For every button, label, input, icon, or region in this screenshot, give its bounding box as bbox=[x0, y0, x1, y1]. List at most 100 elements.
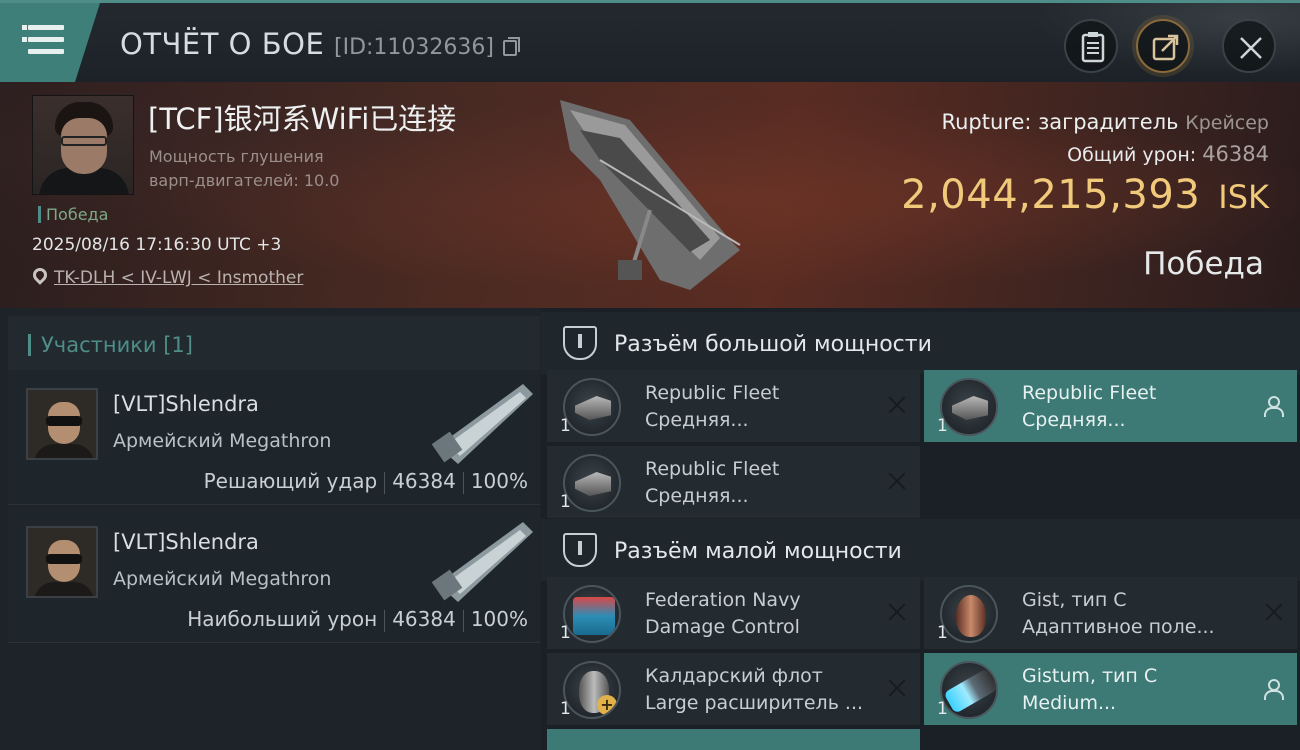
share-button[interactable] bbox=[1136, 19, 1190, 73]
page-title: ОТЧЁТ О БОЕ bbox=[120, 27, 325, 61]
shield-booster-icon bbox=[940, 661, 998, 719]
share-icon bbox=[1152, 34, 1179, 61]
high-slots-label: Разъём большой мощности bbox=[614, 332, 932, 357]
kill-datetime: 2025/08/16 17:16:30 UTC +3 bbox=[32, 235, 282, 255]
destroyed-icon bbox=[886, 677, 908, 699]
attacker-row[interactable]: [VLT]Shlendra Армейский Megathron Решающ… bbox=[8, 370, 540, 505]
high-slots-header: Разъём большой мощности bbox=[541, 312, 1300, 374]
attacker-stats: Решающий удар 46384 100% bbox=[204, 469, 528, 494]
fittings-panel: Разъём большой мощности 1 Republic Fleet… bbox=[541, 308, 1300, 750]
ship-name-text: Rupture: заградитель bbox=[941, 110, 1179, 134]
module-qty: 1 bbox=[937, 416, 948, 436]
destroyed-icon bbox=[1263, 601, 1285, 623]
total-damage: Общий урон: 46384 bbox=[1067, 142, 1269, 166]
module-type: Средняя... bbox=[645, 485, 749, 507]
victim-ship-image bbox=[560, 100, 741, 290]
low-slots-header: Разъём малой мощности bbox=[541, 519, 1300, 581]
high-slot-icon bbox=[563, 326, 597, 360]
fitting-slot[interactable]: 1 Republic Fleet Средняя... bbox=[924, 370, 1297, 442]
fitting-slot[interactable]: 1 Republic Fleet Средняя... bbox=[547, 370, 920, 442]
module-type: Damage Control bbox=[645, 616, 800, 638]
attacker-name: [VLT]Shlendra bbox=[113, 530, 259, 554]
isk-amount: 2,044,215,393 bbox=[901, 172, 1201, 218]
kill-location-link[interactable]: TK-DLH < IV-LWJ < Insmother bbox=[54, 268, 303, 288]
attacker-percent: 100% bbox=[470, 607, 528, 631]
victim-pilot-name[interactable]: [TCF]银河系WiFi已连接 bbox=[148, 96, 456, 138]
shield-extender-icon: + bbox=[563, 661, 621, 719]
warp-disruption-value: варп-двигателей: 10.0 bbox=[149, 171, 340, 190]
projectile-turret-icon bbox=[940, 378, 998, 436]
status-badge: Победа bbox=[38, 206, 108, 223]
module-qty: 1 bbox=[560, 492, 571, 512]
module-type: Medium... bbox=[1022, 692, 1117, 714]
next-slot-partial bbox=[541, 729, 1300, 750]
low-slot-icon bbox=[563, 533, 597, 567]
fitting-slot[interactable]: 1 Federation Navy Damage Control bbox=[547, 577, 920, 649]
module-name: Republic Fleet bbox=[1022, 382, 1157, 404]
dropped-icon bbox=[1263, 396, 1284, 417]
fitting-slot[interactable]: + 1 Калдарский флот Large расширитель ..… bbox=[547, 653, 920, 725]
module-name: Gistum, тип C bbox=[1022, 665, 1158, 687]
low-slots-label: Разъём малой мощности bbox=[614, 539, 902, 564]
attacker-percent: 100% bbox=[470, 469, 528, 493]
destroyed-icon bbox=[886, 394, 908, 416]
isk-value: 2,044,215,393 ISK bbox=[901, 172, 1269, 218]
module-qty: 1 bbox=[937, 699, 948, 719]
module-name: Republic Fleet bbox=[645, 458, 780, 480]
destroyed-icon bbox=[886, 470, 908, 492]
close-button[interactable] bbox=[1222, 19, 1276, 73]
top-bar: ОТЧЁТ О БОЕ [ID:11032636] bbox=[0, 0, 1300, 85]
battle-result: Победа bbox=[1143, 246, 1264, 282]
attacker-ship-image bbox=[431, 522, 533, 602]
attacker-stats: Наибольший урон 46384 100% bbox=[187, 607, 528, 632]
attacker-ship-image bbox=[431, 384, 533, 464]
attacker-role: Наибольший урон bbox=[187, 607, 378, 631]
ship-class-text: Крейсер bbox=[1185, 112, 1269, 134]
attacker-ship: Армейский Megathron bbox=[113, 430, 332, 452]
attacker-damage: 46384 bbox=[392, 607, 456, 631]
close-icon bbox=[1240, 37, 1262, 59]
attacker-name: [VLT]Shlendra bbox=[113, 392, 259, 416]
module-name: Republic Fleet bbox=[645, 382, 780, 404]
module-qty: 1 bbox=[560, 416, 571, 436]
attacker-row[interactable]: [VLT]Shlendra Армейский Megathron Наибол… bbox=[8, 508, 540, 643]
attacker-role: Решающий удар bbox=[203, 469, 378, 493]
projectile-turret-icon bbox=[563, 454, 621, 512]
module-name: Gist, тип C bbox=[1022, 589, 1127, 611]
module-name: Federation Navy bbox=[645, 589, 801, 611]
damage-control-icon bbox=[563, 585, 621, 643]
clipboard-icon bbox=[1081, 32, 1105, 63]
destroyed-icon bbox=[886, 601, 908, 623]
total-damage-value: 46384 bbox=[1202, 142, 1269, 166]
fitting-slot[interactable]: 1 Gist, тип C Адаптивное поле... bbox=[924, 577, 1297, 649]
module-name: Калдарский флот bbox=[645, 665, 823, 687]
attacker-ship: Армейский Megathron bbox=[113, 568, 332, 590]
module-type: Large расширитель ... bbox=[645, 692, 864, 714]
clipboard-button[interactable] bbox=[1064, 19, 1118, 73]
module-type: Адаптивное поле... bbox=[1022, 616, 1215, 638]
dropped-icon bbox=[1263, 679, 1284, 700]
victim-warp-disruption: Мощность глушения варп-двигателей: 10.0 bbox=[149, 145, 339, 193]
participants-title: Участники [1] bbox=[28, 334, 193, 356]
projectile-turret-icon bbox=[563, 378, 621, 436]
module-qty: 1 bbox=[560, 623, 571, 643]
adaptive-field-icon bbox=[940, 585, 998, 643]
fitting-slot[interactable]: 1 Gistum, тип C Medium... bbox=[924, 653, 1297, 725]
total-damage-label: Общий урон: bbox=[1067, 144, 1197, 166]
attacker-avatar[interactable] bbox=[26, 388, 98, 460]
victim-avatar[interactable] bbox=[32, 95, 134, 195]
warp-disruption-label: Мощность глушения bbox=[149, 147, 324, 166]
fitting-slot[interactable]: 1 Republic Fleet Средняя... bbox=[547, 446, 920, 518]
attacker-avatar[interactable] bbox=[26, 526, 98, 598]
module-qty: 1 bbox=[937, 623, 948, 643]
module-type: Средняя... bbox=[645, 409, 749, 431]
menu-button[interactable] bbox=[0, 3, 100, 82]
isk-unit: ISK bbox=[1218, 178, 1269, 216]
copy-icon[interactable] bbox=[503, 37, 520, 56]
module-qty: 1 bbox=[560, 699, 571, 719]
participants-header: Участники [1] bbox=[8, 316, 540, 372]
victim-ship-name: Rupture: заградитель Крейсер bbox=[941, 110, 1269, 134]
module-type: Средняя... bbox=[1022, 409, 1126, 431]
report-id: [ID:11032636] bbox=[334, 35, 494, 60]
attacker-damage: 46384 bbox=[392, 469, 456, 493]
